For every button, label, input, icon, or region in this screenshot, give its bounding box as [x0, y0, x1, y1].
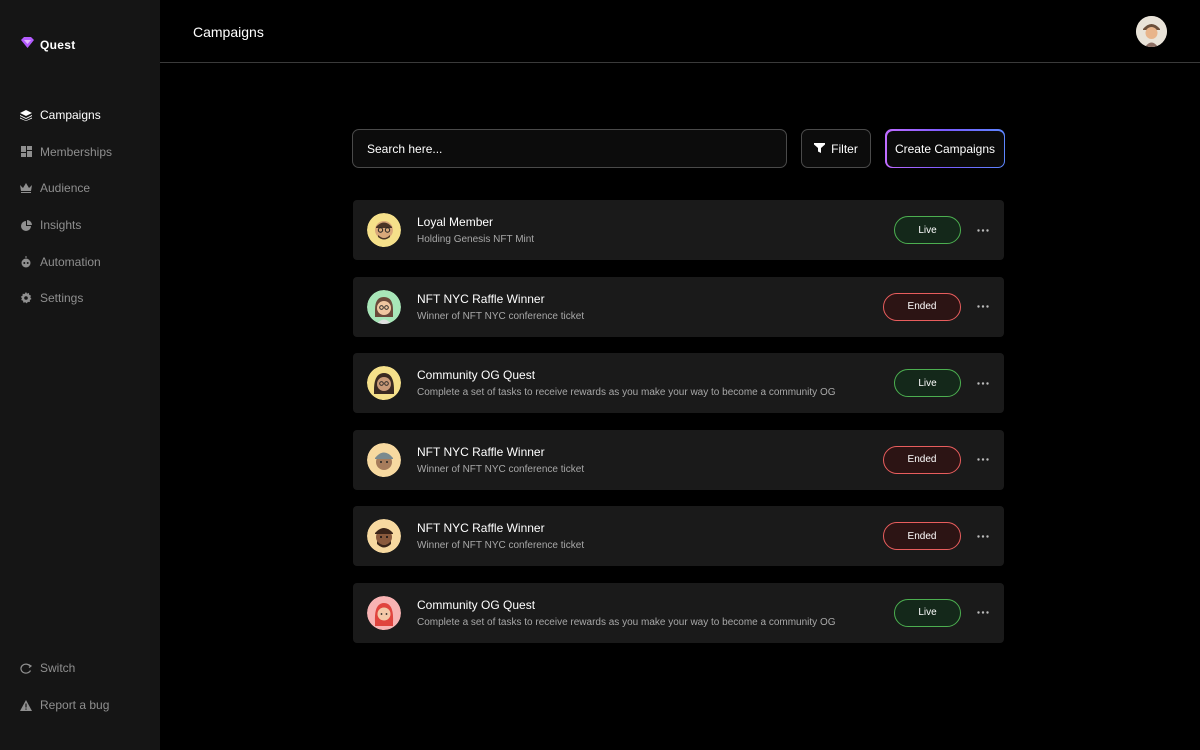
- sidebar-bottom-nav: Switch Report a bug: [20, 659, 109, 733]
- sidebar-item-insights[interactable]: Insights: [20, 216, 112, 234]
- campaign-subtitle: Complete a set of tasks to receive rewar…: [417, 387, 836, 399]
- campaign-avatar: [367, 442, 401, 477]
- filter-label: Filter: [831, 141, 858, 156]
- campaign-title: NFT NYC Raffle Winner: [417, 291, 545, 306]
- crown-icon: [20, 182, 32, 194]
- brand-logo[interactable]: Quest: [20, 36, 76, 54]
- switch-icon: [20, 662, 32, 674]
- campaign-avatar: [367, 213, 401, 247]
- campaign-row[interactable]: Loyal Member Holding Genesis NFT Mint Li…: [353, 200, 1004, 260]
- brand-name: Quest: [40, 38, 76, 52]
- campaign-row[interactable]: Community OG Quest Complete a set of tas…: [353, 582, 1004, 643]
- warning-icon: [20, 699, 32, 711]
- more-options-icon[interactable]: [975, 452, 991, 468]
- sidebar-item-label: Switch: [40, 661, 76, 675]
- campaign-subtitle: Holding Genesis NFT Mint: [417, 234, 535, 245]
- sidebar-item-label: Audience: [40, 181, 91, 196]
- more-options-icon[interactable]: [975, 222, 991, 238]
- user-avatar[interactable]: [1136, 16, 1167, 47]
- more-options-icon[interactable]: [975, 528, 991, 544]
- status-badge: Ended: [883, 445, 961, 474]
- search-box: [352, 129, 787, 168]
- status-badge: Live: [894, 369, 961, 398]
- campaign-title: NFT NYC Raffle Winner: [417, 444, 545, 459]
- more-options-icon[interactable]: [975, 605, 991, 621]
- campaign-row[interactable]: NFT NYC Raffle Winner Winner of NFT NYC …: [353, 276, 1004, 337]
- campaign-avatar: [367, 595, 401, 630]
- robot-icon: [20, 255, 32, 268]
- campaign-row[interactable]: NFT NYC Raffle Winner Winner of NFT NYC …: [353, 506, 1004, 567]
- page-title: Campaigns: [193, 24, 264, 40]
- top-bar: Campaigns: [160, 0, 1200, 63]
- filter-icon: [814, 140, 826, 158]
- campaign-subtitle: Winner of NFT NYC conference ticket: [417, 540, 585, 552]
- gem-icon: [20, 36, 35, 54]
- create-campaigns-label: Create Campaigns: [886, 130, 1004, 167]
- campaign-avatar: [367, 289, 401, 324]
- campaign-title: NFT NYC Raffle Winner: [417, 521, 545, 536]
- campaign-avatar: [367, 366, 401, 401]
- status-badge: Live: [894, 216, 961, 244]
- status-badge: Ended: [883, 522, 961, 551]
- campaign-row[interactable]: Community OG Quest Complete a set of tas…: [353, 353, 1004, 414]
- campaign-title: Loyal Member: [417, 215, 494, 229]
- campaign-subtitle: Winner of NFT NYC conference ticket: [417, 310, 585, 322]
- sidebar-item-settings[interactable]: Settings: [20, 289, 112, 307]
- sidebar-item-label: Settings: [40, 291, 84, 306]
- sidebar-item-label: Campaigns: [40, 108, 101, 122]
- sidebar-item-report-bug[interactable]: Report a bug: [20, 696, 109, 714]
- campaign-list: Loyal Member Holding Genesis NFT Mint Li…: [353, 200, 1004, 660]
- gear-icon: [20, 292, 32, 304]
- campaign-title: Community OG Quest: [417, 597, 536, 612]
- status-badge: Live: [894, 598, 961, 627]
- more-options-icon[interactable]: [975, 375, 991, 391]
- campaign-subtitle: Winner of NFT NYC conference ticket: [417, 463, 585, 475]
- sidebar-item-campaigns[interactable]: Campaigns: [20, 106, 112, 124]
- campaign-subtitle: Complete a set of tasks to receive rewar…: [417, 616, 836, 628]
- create-campaigns-button[interactable]: Create Campaigns: [885, 129, 1005, 168]
- status-badge: Ended: [883, 292, 961, 321]
- sidebar-item-audience[interactable]: Audience: [20, 179, 112, 197]
- campaign-title: Community OG Quest: [417, 368, 536, 383]
- sidebar-item-switch[interactable]: Switch: [20, 659, 109, 677]
- sidebar-nav: Campaigns Memberships Audience Insights …: [20, 106, 112, 326]
- campaign-avatar: [367, 519, 401, 554]
- filter-button[interactable]: Filter: [801, 129, 871, 168]
- more-options-icon[interactable]: [975, 299, 991, 315]
- sidebar-item-label: Insights: [40, 218, 82, 233]
- layers-icon: [20, 109, 32, 121]
- campaign-row[interactable]: NFT NYC Raffle Winner Winner of NFT NYC …: [353, 429, 1004, 490]
- sidebar-item-label: Automation: [40, 254, 101, 269]
- sidebar: Quest Campaigns Memberships Audience Ins…: [0, 0, 160, 750]
- sidebar-item-label: Report a bug: [40, 698, 110, 712]
- sidebar-item-automation[interactable]: Automation: [20, 253, 112, 271]
- sidebar-item-memberships[interactable]: Memberships: [20, 143, 112, 161]
- sidebar-item-label: Memberships: [40, 144, 113, 159]
- pie-chart-icon: [20, 219, 32, 231]
- campaigns-toolbar: Filter Create Campaigns: [352, 129, 1005, 168]
- grid-icon: [20, 146, 32, 158]
- search-input[interactable]: [367, 141, 786, 156]
